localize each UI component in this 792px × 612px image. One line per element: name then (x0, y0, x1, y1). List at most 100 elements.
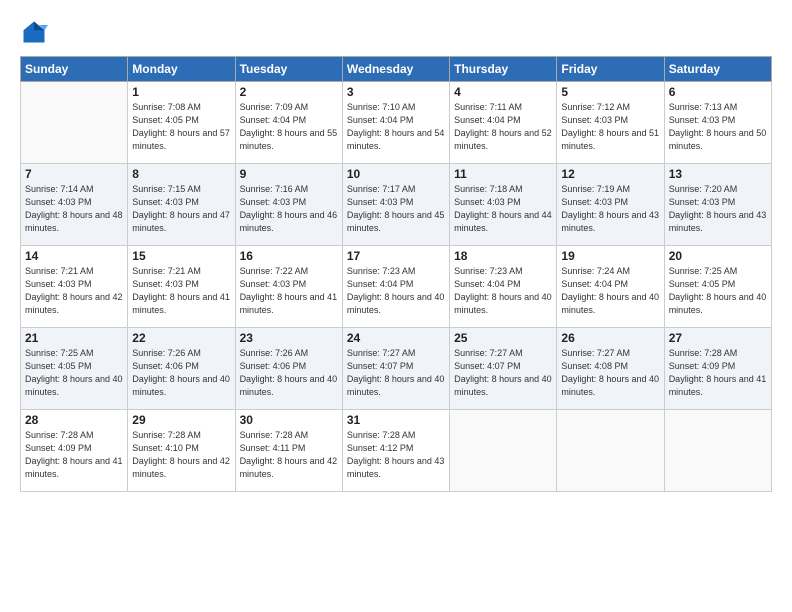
header (20, 18, 772, 46)
day-info: Sunrise: 7:22 AMSunset: 4:03 PMDaylight:… (240, 265, 338, 317)
day-cell: 2 Sunrise: 7:09 AMSunset: 4:04 PMDaylight… (235, 82, 342, 164)
day-info: Sunrise: 7:21 AMSunset: 4:03 PMDaylight:… (132, 265, 230, 317)
day-cell: 30Sunrise: 7:28 AMSunset: 4:11 PMDayligh… (235, 410, 342, 492)
day-info: Sunrise: 7:24 AMSunset: 4:04 PMDaylight:… (561, 265, 659, 317)
day-info: Sunrise: 7:19 AMSunset: 4:03 PMDaylight:… (561, 183, 659, 235)
day-cell (450, 410, 557, 492)
day-cell: 19 Sunrise: 7:24 AMSunset: 4:04 PMDayligh… (557, 246, 664, 328)
col-header-sunday: Sunday (21, 57, 128, 82)
day-cell: 14 Sunrise: 7:21 AMSunset: 4:03 PMDayligh… (21, 246, 128, 328)
day-info: Sunrise: 7:14 AMSunset: 4:03 PMDaylight:… (25, 183, 123, 235)
week-row-4: 21 Sunrise: 7:25 AMSunset: 4:05 PMDayligh… (21, 328, 772, 410)
day-info: Sunrise: 7:27 AMSunset: 4:07 PMDaylight:… (347, 347, 445, 399)
day-number: 14 (25, 249, 123, 263)
day-info: Sunrise: 7:10 AMSunset: 4:04 PMDaylight:… (347, 101, 445, 153)
day-cell: 3 Sunrise: 7:10 AMSunset: 4:04 PMDaylight… (342, 82, 449, 164)
day-info: Sunrise: 7:28 AMSunset: 4:12 PMDaylight:… (347, 429, 445, 481)
day-number: 7 (25, 167, 123, 181)
day-cell: 29 Sunrise: 7:28 AMSunset: 4:10 PMDayligh… (128, 410, 235, 492)
day-number: 3 (347, 85, 445, 99)
day-info: Sunrise: 7:09 AMSunset: 4:04 PMDaylight:… (240, 101, 338, 153)
day-number: 31 (347, 413, 445, 427)
day-number: 20 (669, 249, 767, 263)
day-number: 1 (132, 85, 230, 99)
day-info: Sunrise: 7:27 AMSunset: 4:07 PMDaylight:… (454, 347, 552, 399)
day-number: 26 (561, 331, 659, 345)
day-number: 11 (454, 167, 552, 181)
day-number: 17 (347, 249, 445, 263)
day-info: Sunrise: 7:21 AMSunset: 4:03 PMDaylight:… (25, 265, 123, 317)
day-cell: 28 Sunrise: 7:28 AMSunset: 4:09 PMDayligh… (21, 410, 128, 492)
col-header-monday: Monday (128, 57, 235, 82)
day-cell: 7 Sunrise: 7:14 AMSunset: 4:03 PMDaylight… (21, 164, 128, 246)
day-number: 6 (669, 85, 767, 99)
day-number: 21 (25, 331, 123, 345)
day-cell (557, 410, 664, 492)
col-header-tuesday: Tuesday (235, 57, 342, 82)
day-info: Sunrise: 7:11 AMSunset: 4:04 PMDaylight:… (454, 101, 552, 153)
day-number: 2 (240, 85, 338, 99)
day-info: Sunrise: 7:15 AMSunset: 4:03 PMDaylight:… (132, 183, 230, 235)
week-row-1: 1 Sunrise: 7:08 AMSunset: 4:05 PMDaylight… (21, 82, 772, 164)
day-number: 10 (347, 167, 445, 181)
day-info: Sunrise: 7:08 AMSunset: 4:05 PMDaylight:… (132, 101, 230, 153)
day-info: Sunrise: 7:26 AMSunset: 4:06 PMDaylight:… (240, 347, 338, 399)
week-row-2: 7 Sunrise: 7:14 AMSunset: 4:03 PMDaylight… (21, 164, 772, 246)
day-cell: 15 Sunrise: 7:21 AMSunset: 4:03 PMDayligh… (128, 246, 235, 328)
day-number: 30 (240, 413, 338, 427)
day-number: 19 (561, 249, 659, 263)
day-info: Sunrise: 7:28 AMSunset: 4:09 PMDaylight:… (25, 429, 123, 481)
header-row: SundayMondayTuesdayWednesdayThursdayFrid… (21, 57, 772, 82)
week-row-3: 14 Sunrise: 7:21 AMSunset: 4:03 PMDayligh… (21, 246, 772, 328)
day-info: Sunrise: 7:26 AMSunset: 4:06 PMDaylight:… (132, 347, 230, 399)
day-cell: 10 Sunrise: 7:17 AMSunset: 4:03 PMDayligh… (342, 164, 449, 246)
day-cell: 24 Sunrise: 7:27 AMSunset: 4:07 PMDayligh… (342, 328, 449, 410)
day-number: 28 (25, 413, 123, 427)
day-cell: 16 Sunrise: 7:22 AMSunset: 4:03 PMDayligh… (235, 246, 342, 328)
day-cell: 17 Sunrise: 7:23 AMSunset: 4:04 PMDayligh… (342, 246, 449, 328)
logo (20, 18, 52, 46)
day-number: 25 (454, 331, 552, 345)
day-info: Sunrise: 7:20 AMSunset: 4:03 PMDaylight:… (669, 183, 767, 235)
day-cell: 22Sunrise: 7:26 AMSunset: 4:06 PMDayligh… (128, 328, 235, 410)
day-info: Sunrise: 7:25 AMSunset: 4:05 PMDaylight:… (669, 265, 767, 317)
day-info: Sunrise: 7:17 AMSunset: 4:03 PMDaylight:… (347, 183, 445, 235)
day-info: Sunrise: 7:25 AMSunset: 4:05 PMDaylight:… (25, 347, 123, 399)
day-number: 8 (132, 167, 230, 181)
day-cell: 23Sunrise: 7:26 AMSunset: 4:06 PMDayligh… (235, 328, 342, 410)
day-number: 4 (454, 85, 552, 99)
day-number: 16 (240, 249, 338, 263)
day-number: 12 (561, 167, 659, 181)
day-cell: 27 Sunrise: 7:28 AMSunset: 4:09 PMDayligh… (664, 328, 771, 410)
page: SundayMondayTuesdayWednesdayThursdayFrid… (0, 0, 792, 612)
day-info: Sunrise: 7:28 AMSunset: 4:10 PMDaylight:… (132, 429, 230, 481)
day-number: 15 (132, 249, 230, 263)
day-info: Sunrise: 7:18 AMSunset: 4:03 PMDaylight:… (454, 183, 552, 235)
day-info: Sunrise: 7:16 AMSunset: 4:03 PMDaylight:… (240, 183, 338, 235)
day-cell: 8 Sunrise: 7:15 AMSunset: 4:03 PMDaylight… (128, 164, 235, 246)
day-cell: 11 Sunrise: 7:18 AMSunset: 4:03 PMDayligh… (450, 164, 557, 246)
col-header-thursday: Thursday (450, 57, 557, 82)
day-number: 9 (240, 167, 338, 181)
day-cell: 5 Sunrise: 7:12 AMSunset: 4:03 PMDaylight… (557, 82, 664, 164)
col-header-wednesday: Wednesday (342, 57, 449, 82)
day-number: 18 (454, 249, 552, 263)
day-cell: 18 Sunrise: 7:23 AMSunset: 4:04 PMDayligh… (450, 246, 557, 328)
day-number: 24 (347, 331, 445, 345)
day-info: Sunrise: 7:23 AMSunset: 4:04 PMDaylight:… (454, 265, 552, 317)
day-number: 5 (561, 85, 659, 99)
day-number: 13 (669, 167, 767, 181)
day-info: Sunrise: 7:23 AMSunset: 4:04 PMDaylight:… (347, 265, 445, 317)
day-number: 27 (669, 331, 767, 345)
col-header-friday: Friday (557, 57, 664, 82)
day-cell: 9 Sunrise: 7:16 AMSunset: 4:03 PMDaylight… (235, 164, 342, 246)
logo-icon (20, 18, 48, 46)
day-cell: 1 Sunrise: 7:08 AMSunset: 4:05 PMDaylight… (128, 82, 235, 164)
day-info: Sunrise: 7:28 AMSunset: 4:09 PMDaylight:… (669, 347, 767, 399)
day-info: Sunrise: 7:12 AMSunset: 4:03 PMDaylight:… (561, 101, 659, 153)
day-cell: 31 Sunrise: 7:28 AMSunset: 4:12 PMDayligh… (342, 410, 449, 492)
day-cell: 20 Sunrise: 7:25 AMSunset: 4:05 PMDayligh… (664, 246, 771, 328)
day-number: 29 (132, 413, 230, 427)
day-cell: 26Sunrise: 7:27 AMSunset: 4:08 PMDayligh… (557, 328, 664, 410)
calendar: SundayMondayTuesdayWednesdayThursdayFrid… (20, 56, 772, 492)
